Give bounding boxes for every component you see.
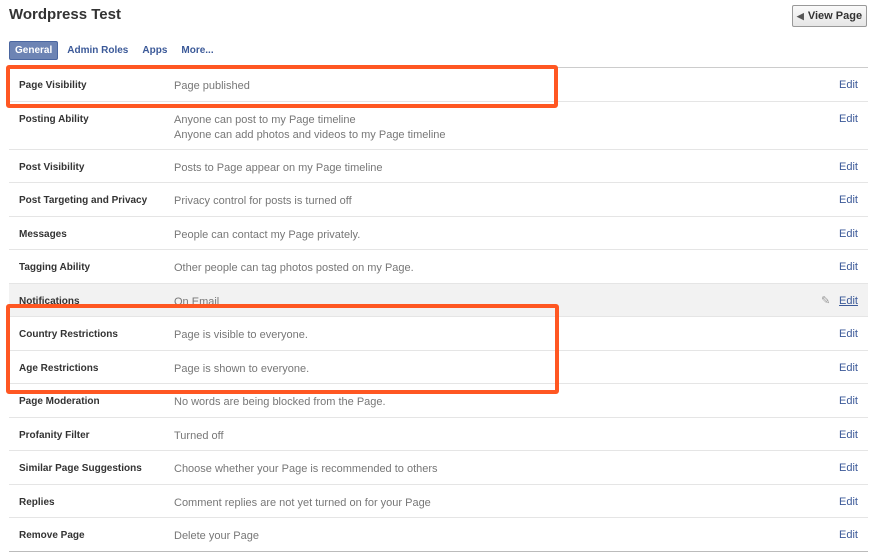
setting-label: Notifications <box>19 296 80 307</box>
tab-admin-roles[interactable]: Admin Roles <box>62 42 133 59</box>
edit-link[interactable]: Edit <box>839 496 858 508</box>
setting-value: Privacy control for posts is turned off <box>174 195 352 207</box>
setting-label: Page Visibility <box>19 80 87 91</box>
setting-value: Posts to Page appear on my Page timeline <box>174 162 383 174</box>
settings-list: Page Visibility Page published Edit Post… <box>9 67 868 552</box>
setting-label: Profanity Filter <box>19 430 90 441</box>
page-header: Wordpress Test ◀ View Page <box>0 0 870 40</box>
edit-link[interactable]: Edit <box>839 79 858 91</box>
setting-label: Post Visibility <box>19 162 85 173</box>
settings-row-profanity-filter: Profanity Filter Turned off Edit <box>9 418 868 451</box>
settings-bottom-divider <box>9 551 868 552</box>
edit-link[interactable]: Edit <box>839 529 858 541</box>
edit-link[interactable]: Edit <box>839 113 858 125</box>
setting-value: Delete your Page <box>174 530 259 542</box>
setting-label: Similar Page Suggestions <box>19 463 142 474</box>
settings-row-similar-page-suggestions: Similar Page Suggestions Choose whether … <box>9 451 868 485</box>
setting-label: Post Targeting and Privacy <box>19 195 148 206</box>
edit-link[interactable]: Edit <box>839 462 858 474</box>
settings-row-notifications[interactable]: Notifications On Email ✎ Edit <box>9 284 868 317</box>
setting-value: Comment replies are not yet turned on fo… <box>174 497 431 509</box>
setting-value-line: Anyone can post to my Page timeline <box>174 114 356 126</box>
edit-link[interactable]: Edit <box>839 228 858 240</box>
view-page-label: View Page <box>807 10 863 22</box>
tab-general[interactable]: General <box>9 40 59 60</box>
tab-more[interactable]: More... <box>176 42 218 59</box>
view-page-button[interactable]: ◀ View Page <box>792 5 867 27</box>
tab-apps[interactable]: Apps <box>137 42 172 59</box>
setting-value: Anyone can post to my Page timeline Anyo… <box>174 113 446 143</box>
setting-value-line: Anyone can add photos and videos to my P… <box>174 129 446 141</box>
setting-label: Tagging Ability <box>19 262 91 273</box>
setting-value: Turned off <box>174 430 224 442</box>
edit-link[interactable]: Edit <box>839 261 858 273</box>
settings-row-page-moderation: Page Moderation No words are being block… <box>9 384 868 418</box>
setting-value: Page published <box>174 80 250 92</box>
settings-row-tagging-ability: Tagging Ability Other people can tag pho… <box>9 250 868 284</box>
setting-value: People can contact my Page privately. <box>174 229 361 241</box>
pencil-icon: ✎ <box>821 295 831 307</box>
edit-link[interactable]: Edit <box>839 429 858 441</box>
setting-label: Posting Ability <box>19 114 89 125</box>
settings-row-post-targeting: Post Targeting and Privacy Privacy contr… <box>9 183 868 217</box>
setting-value: No words are being blocked from the Page… <box>174 396 386 408</box>
edit-link[interactable]: Edit <box>839 395 858 407</box>
settings-row-messages: Messages People can contact my Page priv… <box>9 217 868 250</box>
edit-link[interactable]: Edit <box>839 194 858 206</box>
chevron-left-icon: ◀ <box>796 10 804 21</box>
setting-value: Page is shown to everyone. <box>174 363 310 375</box>
setting-label: Age Restrictions <box>19 363 99 374</box>
settings-row-page-visibility: Page Visibility Page published Edit <box>9 68 868 102</box>
edit-link[interactable]: Edit <box>839 362 858 374</box>
setting-value: Page is visible to everyone. <box>174 329 308 341</box>
setting-label: Country Restrictions <box>19 329 118 340</box>
edit-link[interactable]: Edit <box>839 328 858 340</box>
setting-value: Other people can tag photos posted on my… <box>174 262 414 274</box>
setting-label: Page Moderation <box>19 396 100 407</box>
settings-row-remove-page: Remove Page Delete your Page Edit <box>9 518 868 552</box>
settings-row-country-restrictions: Country Restrictions Page is visible to … <box>9 317 868 351</box>
page-title: Wordpress Test <box>9 6 121 23</box>
edit-link[interactable]: Edit <box>839 295 858 307</box>
setting-value: Choose whether your Page is recommended … <box>174 463 438 475</box>
settings-row-post-visibility: Post Visibility Posts to Page appear on … <box>9 150 868 183</box>
settings-row-age-restrictions: Age Restrictions Page is shown to everyo… <box>9 351 868 384</box>
setting-label: Replies <box>19 497 55 508</box>
settings-row-replies: Replies Comment replies are not yet turn… <box>9 485 868 518</box>
setting-value: On Email <box>174 296 220 308</box>
settings-row-posting-ability: Posting Ability Anyone can post to my Pa… <box>9 102 868 150</box>
setting-label: Remove Page <box>19 530 85 541</box>
settings-tabs: General Admin Roles Apps More... <box>9 40 223 60</box>
edit-link[interactable]: Edit <box>839 161 858 173</box>
setting-label: Messages <box>19 229 67 240</box>
